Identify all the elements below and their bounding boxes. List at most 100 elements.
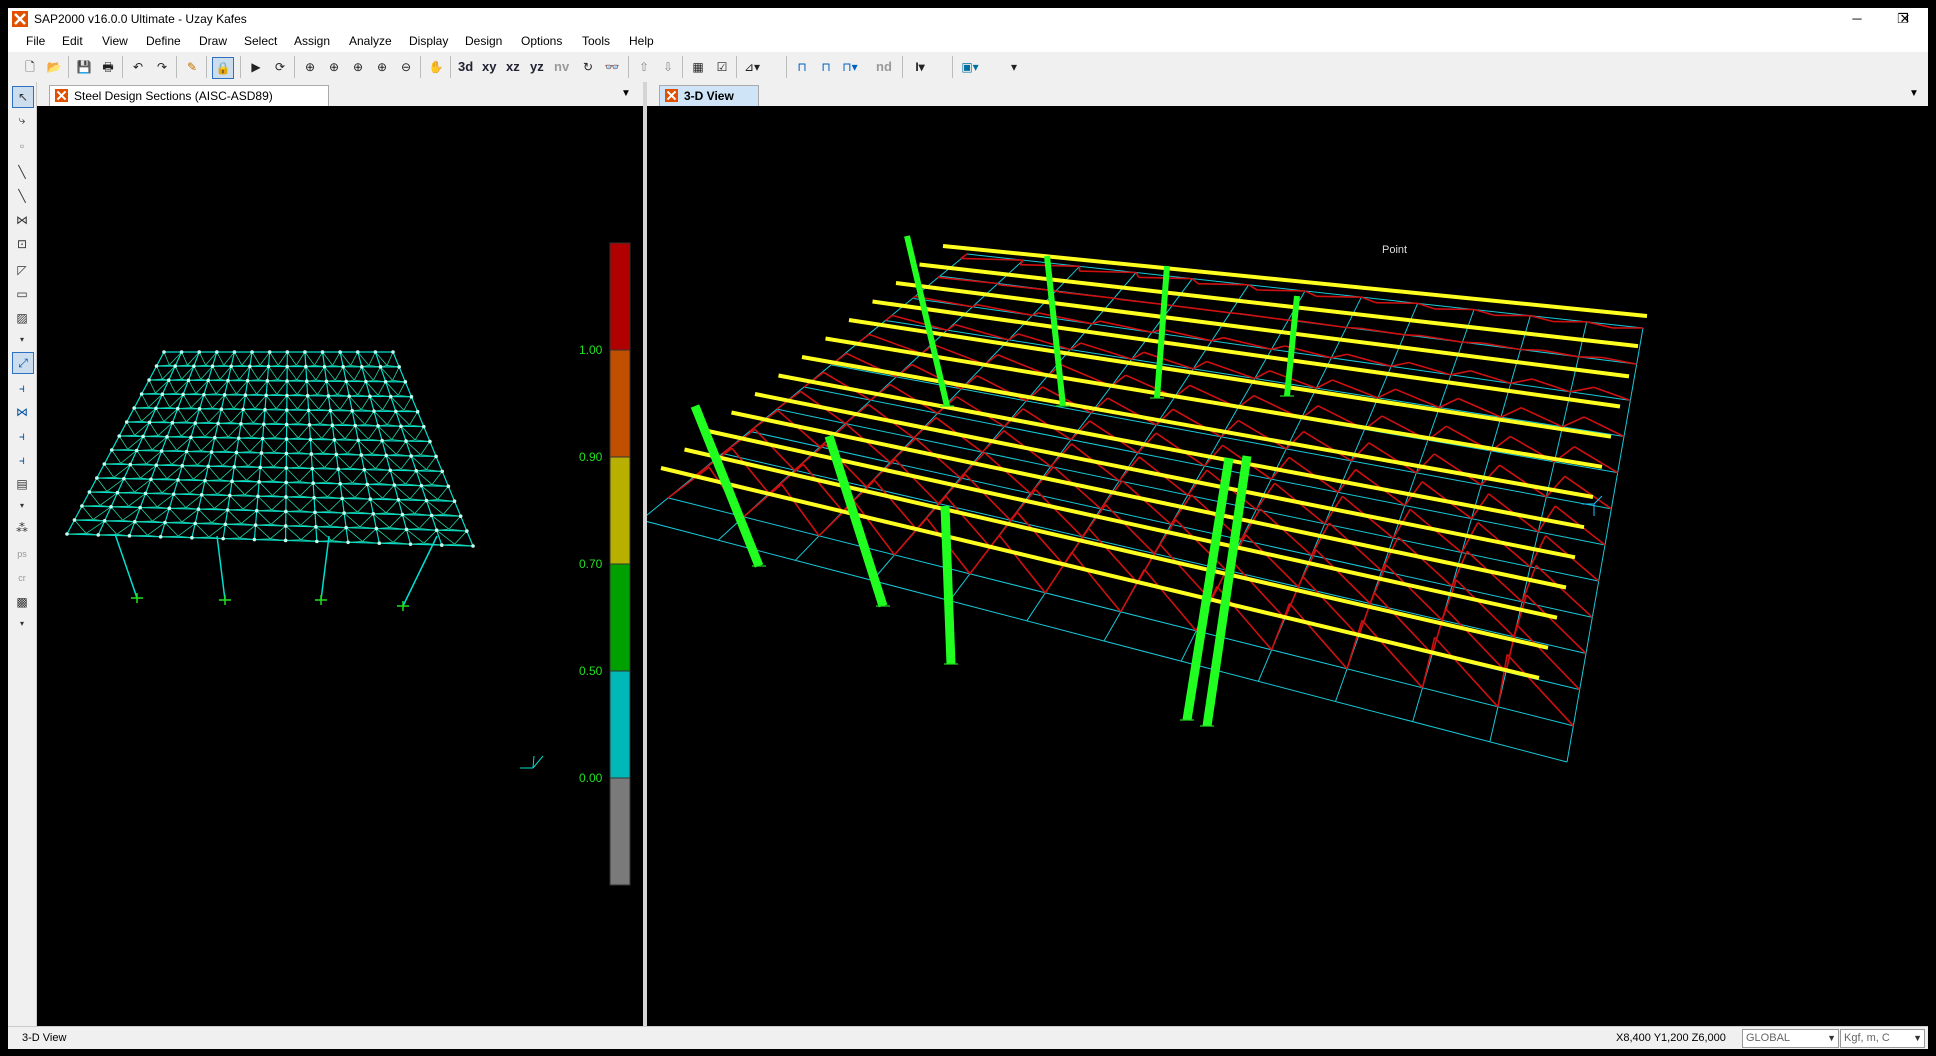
coord-system-select[interactable]: GLOBAL ▼ (1742, 1029, 1839, 1048)
pane-dropdown-icon[interactable]: ▼ (1909, 88, 1919, 99)
snap-points-icon[interactable]: ⁂ (12, 518, 32, 538)
joint (400, 512, 405, 517)
menu-options[interactable]: Options (521, 34, 562, 48)
select-previous-icon[interactable]: ⫞ (12, 378, 32, 398)
diagonal-member (254, 395, 267, 409)
view-xy-button[interactable]: xy (482, 59, 496, 74)
diagonal-member (257, 495, 272, 511)
menu-analyze[interactable]: Analyze (349, 34, 392, 48)
quick-brace-icon[interactable]: ⋈ (12, 210, 32, 230)
diagonal-member (357, 381, 367, 396)
pane-dropdown-icon[interactable]: ▼ (621, 88, 631, 99)
open-icon[interactable]: 📂 (44, 57, 64, 77)
3d-view[interactable]: Point (640, 106, 1928, 1026)
draw-poly-area-icon[interactable]: ◸ (12, 260, 32, 280)
snap-ps-icon[interactable]: ps (12, 544, 32, 564)
zoom-restore-icon[interactable]: ⊕ (324, 57, 344, 77)
moment-diagram-icon[interactable]: ⊓▾ (840, 57, 860, 77)
view-3d-button[interactable]: 3d (458, 59, 473, 74)
property-select-icon[interactable]: ▤ (12, 474, 32, 494)
menu-view[interactable]: View (102, 34, 128, 48)
snap-cr-icon[interactable]: cr (12, 568, 32, 588)
reshaper-icon[interactable]: ⤷ (12, 110, 32, 130)
joint (347, 394, 351, 398)
new-model-icon[interactable]: 🗋 (20, 57, 40, 77)
select-by-icon[interactable]: ⫞ (12, 450, 32, 470)
refresh-pencil-icon[interactable]: ✎ (182, 57, 202, 77)
design-display-icon[interactable]: ▣▾ (960, 57, 980, 77)
web-diagonal (1380, 536, 1399, 572)
more-select-icon[interactable]: ▾ (12, 496, 32, 516)
diagonal-member (81, 505, 94, 520)
tab-steel-design-sections[interactable]: Steel Design Sections (AISC-ASD89) (49, 85, 329, 106)
pan-icon[interactable]: ✋ (426, 57, 446, 77)
steel-section-icon[interactable]: I▾ (910, 57, 930, 77)
menu-design[interactable]: Design (465, 34, 502, 48)
units-select[interactable]: Kgf, m, C ▼ (1840, 1029, 1925, 1048)
draw-cable-icon[interactable]: ⊡ (12, 234, 32, 254)
select-all-icon[interactable]: ⤢ (12, 352, 34, 374)
lock-model-icon[interactable]: 🔒 (212, 57, 234, 79)
menu-display[interactable]: Display (409, 34, 448, 48)
joint (285, 379, 289, 383)
more-tools-icon[interactable]: ▾ (12, 330, 32, 350)
zoom-out-icon[interactable]: ⊖ (396, 57, 416, 77)
joint (141, 434, 145, 439)
joint (96, 533, 101, 537)
menu-file[interactable]: File (26, 34, 45, 48)
view-xz-button[interactable]: xz (506, 59, 520, 74)
nd-button[interactable]: nd (876, 59, 892, 74)
minimize-button[interactable]: ─ (1834, 8, 1880, 30)
clear-selection-icon[interactable]: ⋈ (12, 402, 32, 422)
run-analysis-icon[interactable]: ▶ (246, 57, 266, 77)
zoom-window-icon[interactable]: ⊕ (300, 57, 320, 77)
down-arrow-icon[interactable]: ⇩ (658, 57, 678, 77)
run-now-icon[interactable]: ⟳ (270, 57, 290, 77)
draw-frame-icon[interactable]: ╲ (12, 162, 32, 182)
joint (304, 379, 309, 383)
pointer-icon[interactable]: ↖ (12, 86, 34, 108)
view-yz-button[interactable]: yz (530, 59, 544, 74)
tab-3d-view[interactable]: 3-D View (659, 85, 759, 106)
rotate-view-icon[interactable]: ↻ (578, 57, 598, 77)
diagonal-member (194, 523, 210, 538)
show-deformed-icon[interactable]: ☑ (712, 57, 732, 77)
more-snap-icon[interactable]: ▾ (12, 614, 32, 634)
steel-design-view[interactable]: 1.00 0.90 0.70 0.50 0.00 (37, 106, 643, 1026)
diagonal-member (177, 408, 187, 423)
undo-icon[interactable]: ↶ (128, 57, 148, 77)
menu-draw[interactable]: Draw (199, 34, 227, 48)
frame-icon[interactable]: ⊓ (792, 57, 812, 77)
perspective-icon[interactable]: 👓 (602, 57, 622, 77)
snap-options-icon[interactable]: ⊿▾ (742, 57, 762, 77)
intersecting-line-icon[interactable]: ⫞ (12, 426, 32, 446)
diagonal-member (382, 396, 392, 411)
view-nv-button[interactable]: nv (554, 59, 569, 74)
display-options-icon[interactable]: ▦ (688, 57, 708, 77)
menu-edit[interactable]: Edit (62, 34, 83, 48)
zoom-full-icon[interactable]: ⊕ (348, 57, 368, 77)
print-icon[interactable]: 🖶 (98, 57, 118, 77)
point-annotation: Point (1382, 244, 1408, 256)
diagonal-member (148, 379, 156, 394)
frame-loads-icon[interactable]: ⊓ (816, 57, 836, 77)
redo-icon[interactable]: ↷ (152, 57, 172, 77)
menu-select[interactable]: Select (244, 34, 277, 48)
toolbar-overflow-icon[interactable]: ▾ (1004, 57, 1024, 77)
save-icon[interactable]: 💾 (74, 57, 94, 77)
quick-area-icon[interactable]: ▨ (12, 308, 32, 328)
diagonal-member (306, 380, 318, 395)
up-arrow-icon[interactable]: ⇧ (634, 57, 654, 77)
draw-point-icon[interactable]: ▫ (12, 136, 32, 156)
zoom-in-icon[interactable]: ⊕ (372, 57, 392, 77)
snap-grid-icon[interactable]: ▩ (12, 592, 32, 612)
web-diagonal (1331, 353, 1348, 359)
diagonal-member (392, 529, 407, 543)
draw-rect-area-icon[interactable]: ▭ (12, 284, 32, 304)
menu-assign[interactable]: Assign (294, 34, 330, 48)
menu-tools[interactable]: Tools (582, 34, 610, 48)
menu-define[interactable]: Define (146, 34, 181, 48)
close-button[interactable]: ✕ (1882, 8, 1928, 30)
menu-help[interactable]: Help (629, 34, 654, 48)
quick-frame-icon[interactable]: ╲ (12, 186, 32, 206)
